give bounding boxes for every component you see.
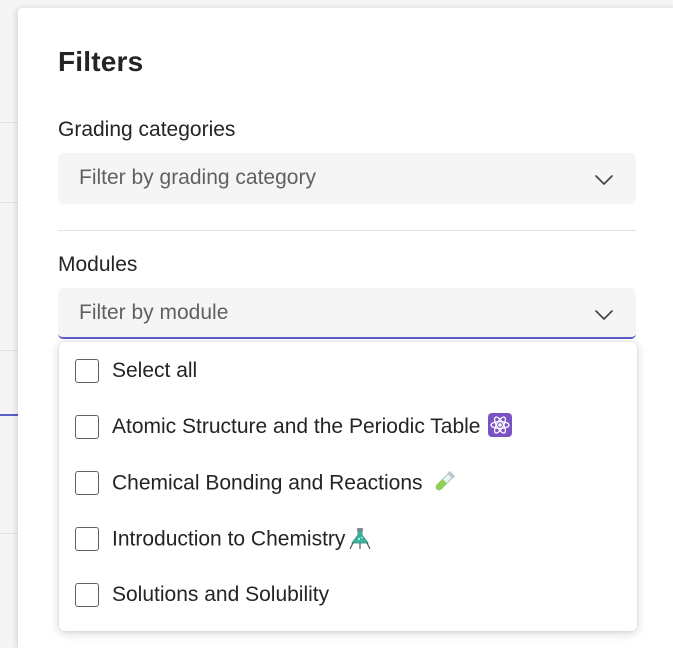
grading-category-dropdown[interactable]: Filter by grading category (58, 153, 636, 204)
atom-icon (488, 413, 513, 438)
option-label: Atomic Structure and the Periodic Table (112, 415, 481, 438)
modules-label: Modules (58, 253, 138, 276)
chevron-down-icon (595, 310, 613, 320)
background-divider (0, 122, 20, 123)
test-tube-icon (435, 471, 455, 491)
module-placeholder: Filter by module (79, 301, 229, 324)
select-all-checkbox[interactable] (75, 359, 99, 383)
grading-category-placeholder: Filter by grading category (79, 166, 316, 189)
background-divider (0, 202, 20, 203)
introduction-chemistry-checkbox[interactable] (75, 527, 99, 551)
grading-categories-label: Grading categories (58, 118, 236, 141)
lab-flask-icon (349, 528, 371, 550)
chevron-down-icon (595, 175, 613, 185)
option-label: Introduction to Chemistry (112, 527, 346, 551)
background-divider (0, 533, 20, 534)
panel-title: Filters (58, 46, 144, 77)
background-accent-bar (0, 414, 18, 416)
atomic-structure-checkbox[interactable] (75, 415, 99, 439)
option-solutions-solubility[interactable]: Solutions and Solubility (59, 571, 637, 621)
filters-panel: Filters Grading categories Filter by gra… (18, 8, 673, 648)
module-options-menu: Select all Atomic Structure and the Peri… (59, 342, 637, 631)
section-divider (58, 230, 636, 231)
option-chemical-bonding[interactable]: Chemical Bonding and Reactions (59, 459, 637, 509)
option-label: Chemical Bonding and Reactions (112, 471, 423, 495)
option-label-wrap: Introduction to Chemistry (112, 527, 373, 553)
option-select-all[interactable]: Select all (59, 347, 637, 397)
option-label-wrap: Atomic Structure and the Periodic Table (112, 413, 513, 439)
option-label-wrap: Chemical Bonding and Reactions (112, 471, 457, 497)
chemical-bonding-checkbox[interactable] (75, 471, 99, 495)
module-dropdown[interactable]: Filter by module (58, 288, 636, 339)
solutions-solubility-checkbox[interactable] (75, 583, 99, 607)
option-introduction-chemistry[interactable]: Introduction to Chemistry (59, 515, 637, 565)
option-label: Solutions and Solubility (112, 583, 330, 606)
option-atomic-structure[interactable]: Atomic Structure and the Periodic Table (59, 403, 637, 453)
background-divider (0, 350, 20, 351)
option-label: Select all (112, 359, 198, 382)
